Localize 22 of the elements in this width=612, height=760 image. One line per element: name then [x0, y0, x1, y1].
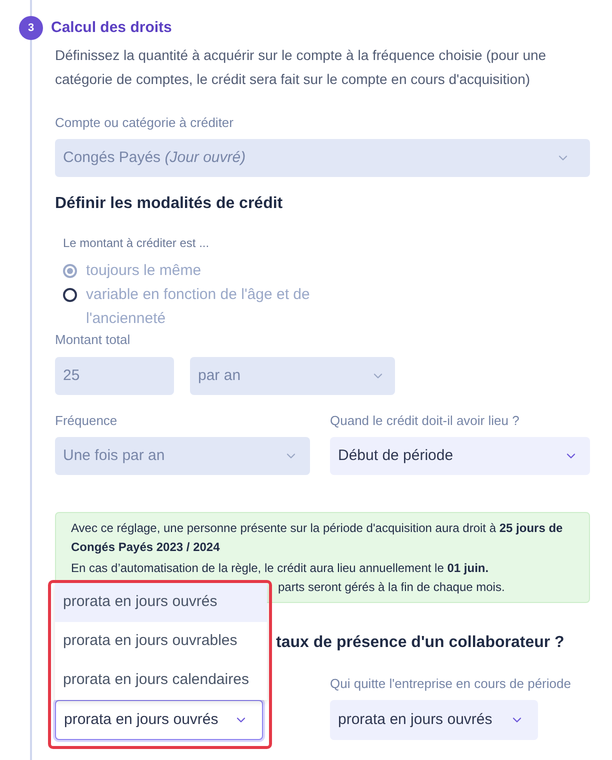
field-label: Quand le crédit doit-il avoir lieu ?	[330, 412, 520, 430]
description-text: Définissez la quantité à acquérir sur le compte à la fréquence choisie (pour une catégorie de comptes, le crédit sera fait sur le compte en cours d'acquisition)	[55, 46, 548, 89]
summary-text: En cas d’automatisation de la règle, le crédit aura lieu annuellement le 01 juin.	[71, 560, 490, 577]
prorata-select[interactable]: prorata en jours ouvrés	[55, 700, 263, 740]
summary-text: Avec ce réglage, une personne présente sur la période d'acquisition aura droit à 25 jours de Congés Payés 2023 / 2024	[71, 520, 564, 556]
timing-select[interactable]: Début de période	[330, 437, 590, 475]
radio-label: variable en fonction de l'âge et de l'ancienneté	[86, 285, 311, 329]
step-title: Calcul des droits	[51, 18, 172, 38]
field-label: Compte ou catégorie à créditer	[55, 114, 234, 132]
summary-text: parts seront gérés à la fin de chaque mois.	[278, 579, 506, 596]
dropdown-option[interactable]: prorata en jours ouvrés	[55, 583, 267, 622]
section-heading: Définir les modalités de crédit	[55, 194, 284, 214]
dropdown-option[interactable]: prorata en jours calendaires	[55, 661, 267, 700]
section-heading: taux de présence d'un collaborateur ?	[276, 633, 566, 653]
field-label: Fréquence	[55, 412, 118, 430]
radio-label: toujours le même	[86, 261, 202, 281]
prorata-select[interactable]: prorata en jours ouvrés	[330, 700, 538, 740]
dropdown-option[interactable]: prorata en jours ouvrables	[55, 622, 267, 661]
field-label: Qui quitte l'entreprise en cours de période	[330, 675, 572, 693]
radio-group-label: Le montant à créditer est ...	[63, 235, 210, 251]
field-label: Montant total	[55, 331, 132, 349]
step-number: 3	[19, 16, 43, 40]
